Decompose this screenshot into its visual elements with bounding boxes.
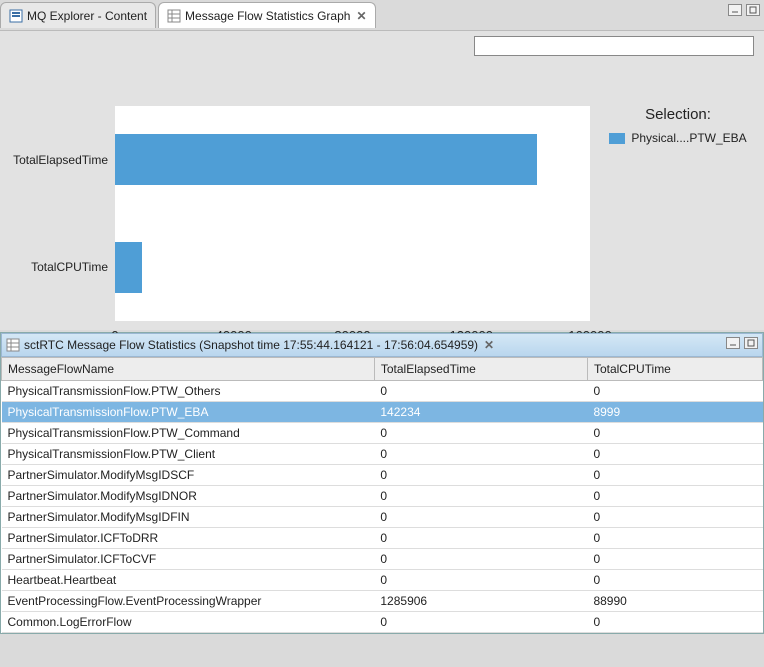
legend-label: Physical....PTW_EBA bbox=[631, 131, 746, 145]
table-row[interactable]: PhysicalTransmissionFlow.PTW_EBA14223489… bbox=[2, 402, 763, 423]
table-cell: 0 bbox=[587, 381, 762, 402]
legend-title: Selection: bbox=[608, 106, 748, 123]
tab-label: MQ Explorer - Content bbox=[27, 9, 147, 23]
legend-swatch bbox=[609, 133, 625, 144]
table-row[interactable]: PartnerSimulator.ModifyMsgIDNOR00 bbox=[2, 486, 763, 507]
bar-chart: 04000080000120000160000 bbox=[115, 106, 590, 321]
minimize-button[interactable] bbox=[728, 4, 742, 16]
table-cell: PartnerSimulator.ModifyMsgIDNOR bbox=[2, 486, 375, 507]
table-cell: 0 bbox=[587, 507, 762, 528]
table-row[interactable]: PhysicalTransmissionFlow.PTW_Others00 bbox=[2, 381, 763, 402]
table-cell: PhysicalTransmissionFlow.PTW_Command bbox=[2, 423, 375, 444]
table-cell: 0 bbox=[374, 507, 587, 528]
chart-bar bbox=[115, 242, 142, 293]
table-row[interactable]: PartnerSimulator.ICFToDRR00 bbox=[2, 528, 763, 549]
maximize-button[interactable] bbox=[746, 4, 760, 16]
chart-legend: Selection: Physical....PTW_EBA bbox=[608, 106, 748, 145]
table-row[interactable]: EventProcessingFlow.EventProcessingWrapp… bbox=[2, 591, 763, 612]
table-cell: 142234 bbox=[374, 402, 587, 423]
chart-panel: 04000080000120000160000 Selection: Physi… bbox=[0, 30, 764, 330]
table-cell: 0 bbox=[374, 528, 587, 549]
table-cell: PhysicalTransmissionFlow.PTW_Client bbox=[2, 444, 375, 465]
chart-y-label: TotalElapsedTime bbox=[0, 153, 108, 167]
window-controls bbox=[728, 4, 760, 16]
table-cell: 8999 bbox=[587, 402, 762, 423]
table-cell: 0 bbox=[587, 486, 762, 507]
table-cell: 88990 bbox=[587, 591, 762, 612]
column-header-cpu[interactable]: TotalCPUTime bbox=[587, 358, 762, 381]
maximize-button[interactable] bbox=[744, 337, 758, 349]
table-row[interactable]: PhysicalTransmissionFlow.PTW_Command00 bbox=[2, 423, 763, 444]
tab-message-flow-stats-graph[interactable]: Message Flow Statistics Graph ✕ bbox=[158, 2, 375, 28]
table-cell: Common.LogErrorFlow bbox=[2, 612, 375, 633]
legend-item: Physical....PTW_EBA bbox=[608, 131, 748, 145]
table-cell: 0 bbox=[587, 528, 762, 549]
table-row[interactable]: Heartbeat.Heartbeat00 bbox=[2, 570, 763, 591]
table-cell: Heartbeat.Heartbeat bbox=[2, 570, 375, 591]
table-cell: PhysicalTransmissionFlow.PTW_Others bbox=[2, 381, 375, 402]
tab-label: Message Flow Statistics Graph bbox=[185, 9, 350, 23]
tab-mq-explorer[interactable]: MQ Explorer - Content bbox=[0, 2, 156, 28]
table-cell: EventProcessingFlow.EventProcessingWrapp… bbox=[2, 591, 375, 612]
close-icon[interactable]: ✕ bbox=[356, 9, 366, 23]
statistics-table[interactable]: MessageFlowName TotalElapsedTime TotalCP… bbox=[1, 357, 763, 633]
editor-tab-bar: MQ Explorer - Content Message Flow Stati… bbox=[0, 0, 764, 30]
table-cell: 0 bbox=[587, 612, 762, 633]
window-controls bbox=[726, 337, 758, 349]
table-cell: 1285906 bbox=[374, 591, 587, 612]
chart-area: 04000080000120000160000 Selection: Physi… bbox=[0, 61, 756, 320]
table-cell: PartnerSimulator.ModifyMsgIDSCF bbox=[2, 465, 375, 486]
table-cell: 0 bbox=[587, 444, 762, 465]
table-row[interactable]: PartnerSimulator.ModifyMsgIDFIN00 bbox=[2, 507, 763, 528]
table-cell: PartnerSimulator.ICFToCVF bbox=[2, 549, 375, 570]
content-icon bbox=[9, 9, 23, 23]
table-header-row: MessageFlowName TotalElapsedTime TotalCP… bbox=[2, 358, 763, 381]
table-row[interactable]: PhysicalTransmissionFlow.PTW_Client00 bbox=[2, 444, 763, 465]
table-icon bbox=[167, 9, 181, 23]
column-header-name[interactable]: MessageFlowName bbox=[2, 358, 375, 381]
table-cell: 0 bbox=[374, 381, 587, 402]
chart-y-label: TotalCPUTime bbox=[0, 260, 108, 274]
statistics-table-panel: sctRTC Message Flow Statistics (Snapshot… bbox=[0, 332, 764, 634]
table-row[interactable]: PartnerSimulator.ModifyMsgIDSCF00 bbox=[2, 465, 763, 486]
filter-input[interactable] bbox=[474, 36, 754, 56]
table-cell: PhysicalTransmissionFlow.PTW_EBA bbox=[2, 402, 375, 423]
column-header-elapsed[interactable]: TotalElapsedTime bbox=[374, 358, 587, 381]
table-cell: 0 bbox=[374, 465, 587, 486]
minimize-button[interactable] bbox=[726, 337, 740, 349]
table-cell: 0 bbox=[587, 570, 762, 591]
table-cell: 0 bbox=[374, 612, 587, 633]
table-view-title: sctRTC Message Flow Statistics (Snapshot… bbox=[24, 338, 478, 352]
table-cell: 0 bbox=[374, 570, 587, 591]
table-cell: 0 bbox=[374, 486, 587, 507]
close-icon[interactable]: ✕ bbox=[484, 338, 494, 352]
table-cell: PartnerSimulator.ModifyMsgIDFIN bbox=[2, 507, 375, 528]
table-cell: 0 bbox=[374, 423, 587, 444]
table-cell: 0 bbox=[587, 465, 762, 486]
table-row[interactable]: PartnerSimulator.ICFToCVF00 bbox=[2, 549, 763, 570]
table-view-header: sctRTC Message Flow Statistics (Snapshot… bbox=[1, 333, 763, 357]
table-cell: 0 bbox=[587, 549, 762, 570]
chart-bar bbox=[115, 134, 537, 185]
table-cell: 0 bbox=[587, 423, 762, 444]
table-cell: PartnerSimulator.ICFToDRR bbox=[2, 528, 375, 549]
table-icon bbox=[6, 338, 20, 352]
table-cell: 0 bbox=[374, 549, 587, 570]
chart-toolbar bbox=[0, 31, 764, 61]
table-cell: 0 bbox=[374, 444, 587, 465]
table-row[interactable]: Common.LogErrorFlow00 bbox=[2, 612, 763, 633]
